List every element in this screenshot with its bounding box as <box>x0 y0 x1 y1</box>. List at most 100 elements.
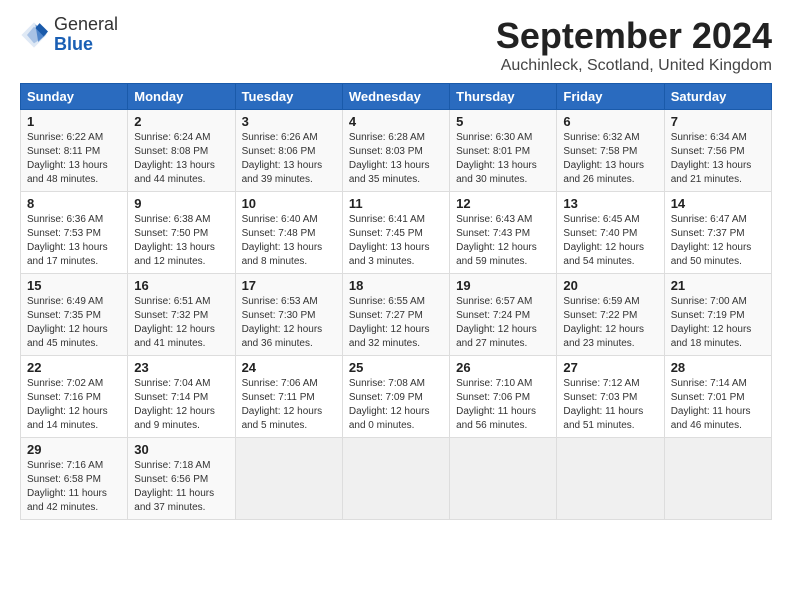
calendar-week-4: 22 Sunrise: 7:02 AMSunset: 7:16 PMDayligh… <box>21 356 772 438</box>
calendar-cell: 26 Sunrise: 7:10 AMSunset: 7:06 PMDayligh… <box>450 356 557 438</box>
calendar-cell: 23 Sunrise: 7:04 AMSunset: 7:14 PMDayligh… <box>128 356 235 438</box>
cell-info: Sunrise: 6:24 AMSunset: 8:08 PMDaylight:… <box>134 131 228 187</box>
col-wednesday: Wednesday <box>342 84 449 110</box>
calendar-week-2: 8 Sunrise: 6:36 AMSunset: 7:53 PMDaylight… <box>21 192 772 274</box>
cell-info: Sunrise: 7:10 AMSunset: 7:06 PMDaylight:… <box>456 377 550 433</box>
cell-info: Sunrise: 6:36 AMSunset: 7:53 PMDaylight:… <box>27 213 121 269</box>
logo: General Blue <box>20 15 118 55</box>
calendar-cell: 22 Sunrise: 7:02 AMSunset: 7:16 PMDayligh… <box>21 356 128 438</box>
calendar-cell: 18 Sunrise: 6:55 AMSunset: 7:27 PMDayligh… <box>342 274 449 356</box>
day-number: 21 <box>671 278 765 293</box>
logo-blue: Blue <box>54 35 118 55</box>
calendar-cell: 1Sunrise: 6:22 AMSunset: 8:11 PMDaylight… <box>21 110 128 192</box>
cell-info: Sunrise: 6:51 AMSunset: 7:32 PMDaylight:… <box>134 295 228 351</box>
title-block: September 2024 Auchinleck, Scotland, Uni… <box>496 15 772 75</box>
logo-icon <box>20 21 48 49</box>
calendar-cell: 16 Sunrise: 6:51 AMSunset: 7:32 PMDayligh… <box>128 274 235 356</box>
day-number: 1 <box>27 114 121 129</box>
cell-info: Sunrise: 7:12 AMSunset: 7:03 PMDaylight:… <box>563 377 657 433</box>
cell-info: Sunrise: 7:14 AMSunset: 7:01 PMDaylight:… <box>671 377 765 433</box>
calendar-week-3: 15Sunrise: 6:49 AMSunset: 7:35 PMDayligh… <box>21 274 772 356</box>
cell-info: Sunrise: 6:32 AMSunset: 7:58 PMDaylight:… <box>563 131 657 187</box>
cell-info: Sunrise: 7:04 AMSunset: 7:14 PMDaylight:… <box>134 377 228 433</box>
calendar-cell: 17 Sunrise: 6:53 AMSunset: 7:30 PMDayligh… <box>235 274 342 356</box>
cell-info: Sunrise: 7:06 AMSunset: 7:11 PMDaylight:… <box>242 377 336 433</box>
calendar-cell: 24 Sunrise: 7:06 AMSunset: 7:11 PMDayligh… <box>235 356 342 438</box>
col-thursday: Thursday <box>450 84 557 110</box>
header-row: Sunday Monday Tuesday Wednesday Thursday… <box>21 84 772 110</box>
calendar-cell: 12Sunrise: 6:43 AMSunset: 7:43 PMDayligh… <box>450 192 557 274</box>
calendar-cell <box>235 438 342 520</box>
calendar-cell: 10 Sunrise: 6:40 AMSunset: 7:48 PMDayligh… <box>235 192 342 274</box>
calendar-cell: 6Sunrise: 6:32 AMSunset: 7:58 PMDaylight… <box>557 110 664 192</box>
logo-general: General <box>54 15 118 35</box>
calendar-cell: 8 Sunrise: 6:36 AMSunset: 7:53 PMDaylight… <box>21 192 128 274</box>
calendar-cell: 29 Sunrise: 7:16 AMSunset: 6:58 PMDayligh… <box>21 438 128 520</box>
day-number: 10 <box>242 196 336 211</box>
cell-info: Sunrise: 6:55 AMSunset: 7:27 PMDaylight:… <box>349 295 443 351</box>
calendar-cell: 15Sunrise: 6:49 AMSunset: 7:35 PMDayligh… <box>21 274 128 356</box>
day-number: 26 <box>456 360 550 375</box>
cell-info: Sunrise: 6:38 AMSunset: 7:50 PMDaylight:… <box>134 213 228 269</box>
day-number: 5 <box>456 114 550 129</box>
day-number: 3 <box>242 114 336 129</box>
calendar-week-1: 1Sunrise: 6:22 AMSunset: 8:11 PMDaylight… <box>21 110 772 192</box>
cell-info: Sunrise: 7:08 AMSunset: 7:09 PMDaylight:… <box>349 377 443 433</box>
calendar-table: Sunday Monday Tuesday Wednesday Thursday… <box>20 83 772 520</box>
day-number: 16 <box>134 278 228 293</box>
day-number: 2 <box>134 114 228 129</box>
cell-info: Sunrise: 6:28 AMSunset: 8:03 PMDaylight:… <box>349 131 443 187</box>
calendar-cell: 28 Sunrise: 7:14 AMSunset: 7:01 PMDayligh… <box>664 356 771 438</box>
calendar-cell: 4Sunrise: 6:28 AMSunset: 8:03 PMDaylight… <box>342 110 449 192</box>
day-number: 23 <box>134 360 228 375</box>
day-number: 18 <box>349 278 443 293</box>
day-number: 25 <box>349 360 443 375</box>
calendar-cell: 11 Sunrise: 6:41 AMSunset: 7:45 PMDayligh… <box>342 192 449 274</box>
calendar-cell <box>342 438 449 520</box>
cell-info: Sunrise: 6:41 AMSunset: 7:45 PMDaylight:… <box>349 213 443 269</box>
day-number: 12 <box>456 196 550 211</box>
calendar-cell: 25 Sunrise: 7:08 AMSunset: 7:09 PMDayligh… <box>342 356 449 438</box>
cell-info: Sunrise: 7:02 AMSunset: 7:16 PMDaylight:… <box>27 377 121 433</box>
cell-info: Sunrise: 6:30 AMSunset: 8:01 PMDaylight:… <box>456 131 550 187</box>
cell-info: Sunrise: 7:16 AMSunset: 6:58 PMDaylight:… <box>27 459 121 515</box>
col-sunday: Sunday <box>21 84 128 110</box>
cell-info: Sunrise: 6:34 AMSunset: 7:56 PMDaylight:… <box>671 131 765 187</box>
cell-info: Sunrise: 6:45 AMSunset: 7:40 PMDaylight:… <box>563 213 657 269</box>
cell-info: Sunrise: 6:49 AMSunset: 7:35 PMDaylight:… <box>27 295 121 351</box>
calendar-cell: 14 Sunrise: 6:47 AMSunset: 7:37 PMDayligh… <box>664 192 771 274</box>
location: Auchinleck, Scotland, United Kingdom <box>496 57 772 75</box>
day-number: 28 <box>671 360 765 375</box>
day-number: 27 <box>563 360 657 375</box>
col-monday: Monday <box>128 84 235 110</box>
day-number: 7 <box>671 114 765 129</box>
calendar-cell: 5 Sunrise: 6:30 AMSunset: 8:01 PMDaylight… <box>450 110 557 192</box>
calendar-cell: 19Sunrise: 6:57 AMSunset: 7:24 PMDayligh… <box>450 274 557 356</box>
month-title: September 2024 <box>496 15 772 57</box>
calendar-cell: 3 Sunrise: 6:26 AMSunset: 8:06 PMDaylight… <box>235 110 342 192</box>
day-number: 8 <box>27 196 121 211</box>
cell-info: Sunrise: 6:26 AMSunset: 8:06 PMDaylight:… <box>242 131 336 187</box>
cell-info: Sunrise: 6:47 AMSunset: 7:37 PMDaylight:… <box>671 213 765 269</box>
day-number: 24 <box>242 360 336 375</box>
day-number: 11 <box>349 196 443 211</box>
calendar-cell <box>450 438 557 520</box>
calendar-cell: 13Sunrise: 6:45 AMSunset: 7:40 PMDayligh… <box>557 192 664 274</box>
calendar-cell: 30 Sunrise: 7:18 AMSunset: 6:56 PMDayligh… <box>128 438 235 520</box>
day-number: 9 <box>134 196 228 211</box>
cell-info: Sunrise: 7:00 AMSunset: 7:19 PMDaylight:… <box>671 295 765 351</box>
day-number: 29 <box>27 442 121 457</box>
day-number: 22 <box>27 360 121 375</box>
cell-info: Sunrise: 6:57 AMSunset: 7:24 PMDaylight:… <box>456 295 550 351</box>
day-number: 30 <box>134 442 228 457</box>
calendar-cell: 9 Sunrise: 6:38 AMSunset: 7:50 PMDaylight… <box>128 192 235 274</box>
cell-info: Sunrise: 7:18 AMSunset: 6:56 PMDaylight:… <box>134 459 228 515</box>
calendar-cell: 21 Sunrise: 7:00 AMSunset: 7:19 PMDayligh… <box>664 274 771 356</box>
col-tuesday: Tuesday <box>235 84 342 110</box>
cell-info: Sunrise: 6:53 AMSunset: 7:30 PMDaylight:… <box>242 295 336 351</box>
day-number: 17 <box>242 278 336 293</box>
day-number: 20 <box>563 278 657 293</box>
calendar-cell <box>557 438 664 520</box>
day-number: 14 <box>671 196 765 211</box>
cell-info: Sunrise: 6:40 AMSunset: 7:48 PMDaylight:… <box>242 213 336 269</box>
